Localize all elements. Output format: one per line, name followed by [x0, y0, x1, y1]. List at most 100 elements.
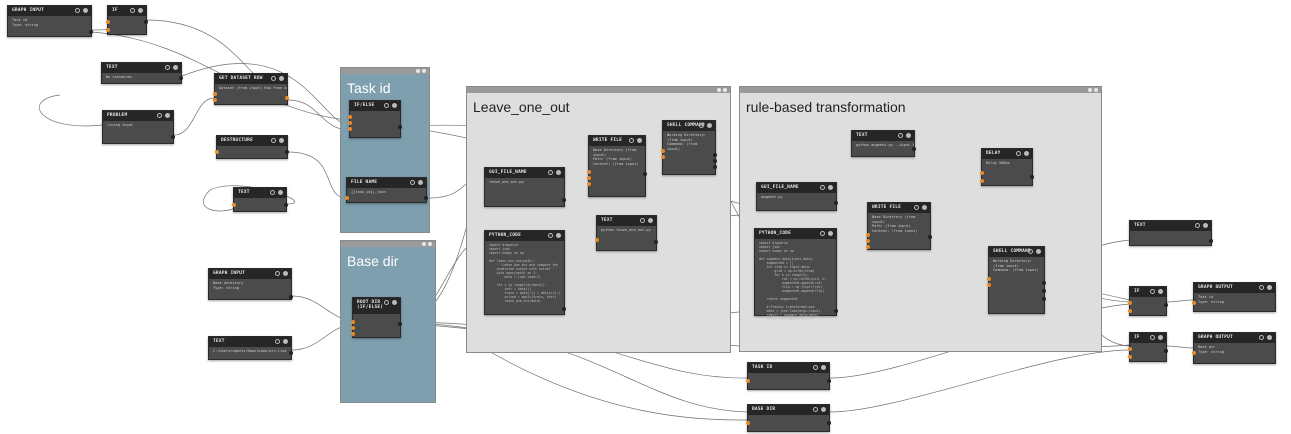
settings-icon[interactable]	[821, 407, 826, 412]
if-else-node[interactable]: IF/ELSE	[348, 100, 402, 138]
write-file-node[interactable]: WRITE FILE Base Directory (from input) P…	[866, 202, 932, 250]
output-port[interactable]	[1030, 175, 1034, 179]
input-port[interactable]	[866, 245, 870, 249]
output-port[interactable]	[285, 150, 289, 154]
file-name-node[interactable]: FILE NAME {{task_id}}.json	[345, 177, 428, 203]
pin-icon[interactable]	[813, 407, 818, 412]
settings-icon[interactable]	[1267, 285, 1272, 290]
text-node[interactable]: TEXT	[1129, 220, 1213, 246]
input-port[interactable]	[1128, 355, 1132, 359]
settings-icon[interactable]	[1094, 88, 1098, 92]
output-port[interactable]	[1164, 349, 1168, 353]
settings-icon[interactable]	[922, 205, 927, 210]
output-port[interactable]	[424, 196, 428, 200]
pin-icon[interactable]	[548, 170, 553, 175]
settings-icon[interactable]	[173, 65, 178, 70]
input-port[interactable]	[1128, 309, 1132, 313]
group-header-bar[interactable]	[467, 87, 730, 93]
pin-icon[interactable]	[165, 65, 170, 70]
output-port[interactable]	[144, 20, 148, 24]
output-port[interactable]	[171, 135, 175, 139]
gui-file-name-node[interactable]: GUI_FILE_NAME leave_one_out.py	[484, 167, 566, 207]
group-header-bar[interactable]	[740, 87, 1101, 93]
collapse-icon[interactable]	[717, 88, 721, 92]
pin-icon[interactable]	[1195, 223, 1200, 228]
output-port[interactable]	[562, 307, 566, 311]
output-port[interactable]	[1042, 281, 1046, 285]
pin-icon[interactable]	[1150, 335, 1155, 340]
pin-icon[interactable]	[1028, 249, 1033, 254]
graph-output-node[interactable]: GRAPH OUTPUT Task id Type: string	[1192, 282, 1276, 312]
input-port[interactable]	[987, 277, 991, 281]
settings-icon[interactable]	[828, 185, 833, 190]
destructure-node[interactable]: DESTRUCTURE	[215, 135, 289, 159]
text-node[interactable]: TEXT No instances	[101, 62, 183, 84]
settings-icon[interactable]	[138, 8, 143, 13]
output-port[interactable]	[179, 76, 183, 80]
input-port[interactable]	[1192, 301, 1196, 305]
settings-icon[interactable]	[1203, 223, 1208, 228]
output-port[interactable]	[834, 201, 838, 205]
settings-icon[interactable]	[556, 233, 561, 238]
pin-icon[interactable]	[271, 76, 276, 81]
settings-icon[interactable]	[1267, 335, 1272, 340]
output-port[interactable]	[1042, 289, 1046, 293]
pin-icon[interactable]	[130, 8, 135, 13]
text-node[interactable]: TEXT	[232, 187, 288, 212]
pin-icon[interactable]	[548, 233, 553, 238]
input-port[interactable]	[106, 20, 110, 24]
if-node[interactable]: IF	[106, 5, 148, 35]
input-port[interactable]	[351, 326, 355, 330]
pin-icon[interactable]	[914, 205, 919, 210]
output-port[interactable]	[713, 159, 717, 163]
input-port[interactable]	[213, 92, 217, 96]
input-port[interactable]	[1128, 301, 1132, 305]
pin-icon[interactable]	[75, 8, 80, 13]
settings-icon[interactable]	[723, 88, 727, 92]
output-port[interactable]	[289, 295, 293, 299]
settings-icon[interactable]	[556, 170, 561, 175]
input-port[interactable]	[980, 171, 984, 175]
pin-icon[interactable]	[1150, 289, 1155, 294]
python-code-node[interactable]: PYTHON_CODE import argparse import json …	[484, 230, 566, 315]
input-port[interactable]	[987, 283, 991, 287]
settings-icon[interactable]	[418, 180, 423, 185]
pin-icon[interactable]	[1259, 285, 1264, 290]
write-file-node[interactable]: WRITE FILE Base Directory (from input) P…	[587, 135, 647, 197]
input-port[interactable]	[215, 150, 219, 154]
pin-icon[interactable]	[640, 218, 645, 223]
if-node[interactable]: IF	[1128, 332, 1168, 362]
input-port[interactable]	[595, 238, 599, 242]
pin-icon[interactable]	[410, 180, 415, 185]
graph-input-node[interactable]: GRAPH INPUT Task id Type: string	[7, 5, 93, 37]
root-dir-node[interactable]: ROOT DIR (IF/ELSE)	[351, 297, 402, 338]
input-port[interactable]	[348, 127, 352, 131]
output-port[interactable]	[713, 165, 717, 169]
pin-icon[interactable]	[275, 271, 280, 276]
pin-icon[interactable]	[813, 365, 818, 370]
input-port[interactable]	[1128, 347, 1132, 351]
group-header-bar[interactable]	[341, 68, 429, 74]
input-port[interactable]	[587, 182, 591, 186]
pin-icon[interactable]	[820, 231, 825, 236]
output-port[interactable]	[562, 198, 566, 202]
settings-icon[interactable]	[648, 218, 653, 223]
problem-node[interactable]: PROBLEM lining input	[102, 110, 175, 144]
text-node[interactable]: TEXT C:/Users/agents/Downloads/arc-live	[208, 336, 293, 360]
collapse-icon[interactable]	[422, 242, 426, 246]
input-port[interactable]	[587, 170, 591, 174]
settings-icon[interactable]	[165, 113, 170, 118]
output-port[interactable]	[1042, 297, 1046, 301]
pin-icon[interactable]	[157, 113, 162, 118]
output-port[interactable]	[285, 96, 289, 100]
output-port[interactable]	[834, 309, 838, 313]
output-port[interactable]	[827, 421, 831, 425]
text-node[interactable]: TEXT python leave_one_out.py --input	[595, 215, 658, 251]
code-editor[interactable]: import argparse import json import numpy…	[485, 241, 564, 305]
input-port[interactable]	[348, 121, 352, 125]
settings-icon[interactable]	[422, 69, 426, 73]
output-port[interactable]	[89, 30, 93, 34]
input-port[interactable]	[232, 203, 236, 207]
pin-icon[interactable]	[384, 300, 389, 305]
settings-icon[interactable]	[279, 138, 284, 143]
